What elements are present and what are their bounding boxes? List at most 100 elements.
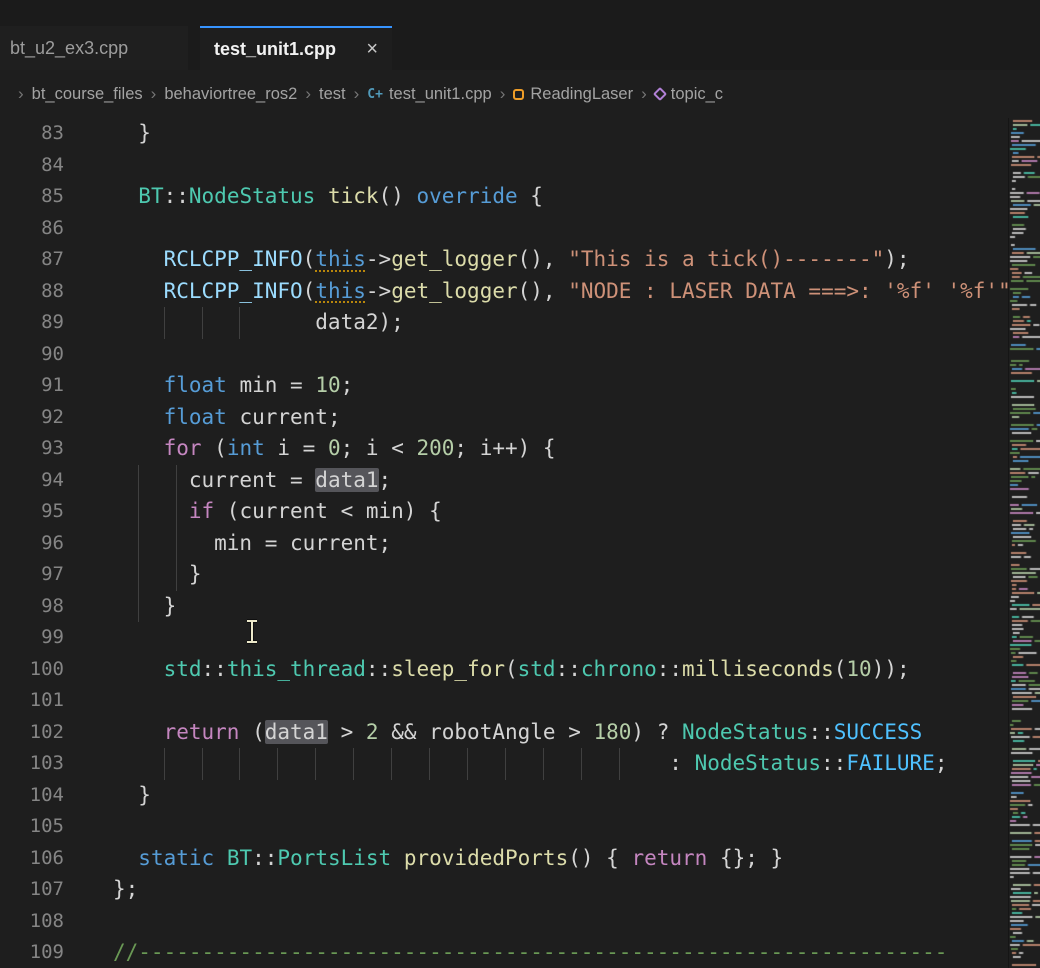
indent-guide bbox=[429, 748, 430, 780]
indent-guide bbox=[202, 307, 203, 339]
close-icon[interactable]: × bbox=[366, 38, 378, 61]
line-number[interactable]: 108 bbox=[0, 906, 64, 938]
code-line[interactable]: 92 float current; bbox=[0, 402, 1040, 434]
code-line[interactable]: 108 bbox=[0, 906, 1040, 938]
token-text: } bbox=[113, 594, 176, 618]
code-text bbox=[64, 622, 1040, 654]
breadcrumb: ›bt_course_files›behaviortree_ros2›test›… bbox=[0, 70, 1040, 118]
token-text: () bbox=[379, 184, 417, 208]
breadcrumb-item-test[interactable]: test bbox=[319, 85, 346, 104]
code-line[interactable]: 84 bbox=[0, 150, 1040, 182]
code-line[interactable]: 98 } bbox=[0, 591, 1040, 623]
code-text: return (data1 > 2 && robotAngle > 180) ?… bbox=[64, 717, 1040, 749]
indent-guide bbox=[176, 559, 177, 591]
line-number[interactable]: 94 bbox=[0, 465, 64, 497]
line-number[interactable]: 83 bbox=[0, 118, 64, 150]
breadcrumb-item-bt-course-files[interactable]: bt_course_files bbox=[32, 85, 143, 104]
line-number[interactable]: 101 bbox=[0, 685, 64, 717]
code-line[interactable]: 101 bbox=[0, 685, 1040, 717]
code-line[interactable]: 88 RCLCPP_INFO(this->get_logger(), "NODE… bbox=[0, 276, 1040, 308]
code-line[interactable]: 89 data2); bbox=[0, 307, 1040, 339]
token-keyword: static bbox=[138, 846, 214, 870]
token-text bbox=[113, 720, 164, 744]
token-control: return bbox=[631, 846, 707, 870]
line-number[interactable]: 105 bbox=[0, 811, 64, 843]
code-line[interactable]: 95 if (current < min) { bbox=[0, 496, 1040, 528]
line-number[interactable]: 107 bbox=[0, 874, 64, 906]
code-text: } bbox=[64, 591, 1040, 623]
code-text: static BT::PortsList providedPorts() { r… bbox=[64, 843, 1040, 875]
line-number[interactable]: 103 bbox=[0, 748, 64, 780]
line-number[interactable]: 98 bbox=[0, 591, 64, 623]
indent-guide bbox=[138, 496, 139, 528]
token-text: )); bbox=[872, 657, 910, 681]
code-line[interactable]: 109//-----------------------------------… bbox=[0, 937, 1040, 968]
token-number: 180 bbox=[593, 720, 631, 744]
class-symbol-icon bbox=[513, 89, 524, 100]
code-line[interactable]: 93 for (int i = 0; i < 200; i++) { bbox=[0, 433, 1040, 465]
breadcrumb-label: behaviortree_ros2 bbox=[164, 85, 297, 104]
token-text: data1 bbox=[315, 468, 378, 492]
code-line[interactable]: 102 return (data1 > 2 && robotAngle > 18… bbox=[0, 717, 1040, 749]
token-text: ( bbox=[202, 436, 227, 460]
line-number[interactable]: 84 bbox=[0, 150, 64, 182]
code-line[interactable]: 105 bbox=[0, 811, 1040, 843]
code-editor[interactable]: 83 }8485 BT::NodeStatus tick() override … bbox=[0, 118, 1040, 968]
token-text: :: bbox=[556, 657, 581, 681]
line-number[interactable]: 87 bbox=[0, 244, 64, 276]
token-text: } bbox=[113, 121, 151, 145]
line-number[interactable]: 92 bbox=[0, 402, 64, 434]
breadcrumb-item-readinglaser[interactable]: ReadingLaser bbox=[513, 85, 633, 104]
code-line[interactable]: 94 current = data1; bbox=[0, 465, 1040, 497]
line-number[interactable]: 85 bbox=[0, 181, 64, 213]
line-number[interactable]: 91 bbox=[0, 370, 64, 402]
indent-guide bbox=[277, 748, 278, 780]
line-number[interactable]: 102 bbox=[0, 717, 64, 749]
code-line[interactable]: 103 : NodeStatus::FAILURE; bbox=[0, 748, 1040, 780]
tab-test-unit1-cpp[interactable]: test_unit1.cpp × bbox=[200, 26, 392, 70]
breadcrumb-label: ReadingLaser bbox=[530, 85, 633, 104]
line-number[interactable]: 93 bbox=[0, 433, 64, 465]
breadcrumb-item-test-unit1-cpp[interactable]: C+test_unit1.cpp bbox=[367, 85, 491, 104]
code-line[interactable]: 100 std::this_thread::sleep_for(std::chr… bbox=[0, 654, 1040, 686]
line-number[interactable]: 86 bbox=[0, 213, 64, 245]
line-number[interactable]: 90 bbox=[0, 339, 64, 371]
breadcrumb-item-topic-c[interactable]: topic_c bbox=[655, 85, 723, 104]
code-line[interactable]: 107}; bbox=[0, 874, 1040, 906]
token-text: min = bbox=[227, 373, 316, 397]
token-enum: FAILURE bbox=[846, 751, 935, 775]
minimap[interactable] bbox=[1008, 118, 1040, 968]
code-line[interactable]: 106 static BT::PortsList providedPorts()… bbox=[0, 843, 1040, 875]
code-line[interactable]: 90 bbox=[0, 339, 1040, 371]
method-symbol-icon bbox=[653, 87, 667, 101]
code-line[interactable]: 97 } bbox=[0, 559, 1040, 591]
code-line[interactable]: 91 float min = 10; bbox=[0, 370, 1040, 402]
breadcrumb-label: bt_course_files bbox=[32, 85, 143, 104]
tab-bt-u2-ex3-cpp[interactable]: bt_u2_ex3.cpp bbox=[0, 26, 188, 70]
line-number[interactable]: 88 bbox=[0, 276, 64, 308]
indent-guide bbox=[391, 748, 392, 780]
line-number[interactable]: 95 bbox=[0, 496, 64, 528]
line-number[interactable]: 89 bbox=[0, 307, 64, 339]
code-line[interactable]: 99 bbox=[0, 622, 1040, 654]
code-line[interactable]: 85 BT::NodeStatus tick() override { bbox=[0, 181, 1040, 213]
line-number[interactable]: 109 bbox=[0, 937, 64, 968]
code-text: for (int i = 0; i < 200; i++) { bbox=[64, 433, 1040, 465]
token-type: std bbox=[518, 657, 556, 681]
token-text: ( bbox=[303, 279, 316, 303]
code-line[interactable]: 83 } bbox=[0, 118, 1040, 150]
token-text: :: bbox=[164, 184, 189, 208]
line-number[interactable]: 97 bbox=[0, 559, 64, 591]
code-text: BT::NodeStatus tick() override { bbox=[64, 181, 1040, 213]
line-number[interactable]: 106 bbox=[0, 843, 64, 875]
line-number[interactable]: 99 bbox=[0, 622, 64, 654]
token-type: BT bbox=[227, 846, 252, 870]
code-line[interactable]: 104 } bbox=[0, 780, 1040, 812]
code-line[interactable]: 87 RCLCPP_INFO(this->get_logger(), "This… bbox=[0, 244, 1040, 276]
code-line[interactable]: 86 bbox=[0, 213, 1040, 245]
breadcrumb-item-behaviortree-ros2[interactable]: behaviortree_ros2 bbox=[164, 85, 297, 104]
code-line[interactable]: 96 min = current; bbox=[0, 528, 1040, 560]
line-number[interactable]: 96 bbox=[0, 528, 64, 560]
line-number[interactable]: 100 bbox=[0, 654, 64, 686]
line-number[interactable]: 104 bbox=[0, 780, 64, 812]
